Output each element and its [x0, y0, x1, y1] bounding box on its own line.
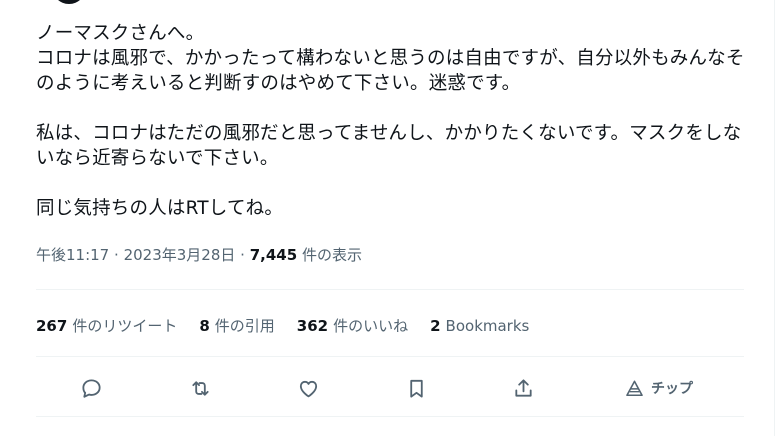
bookmarks-stat[interactable]: 2 Bookmarks [430, 316, 529, 336]
tweet-detail: ノーマスクさんへ。 コロナは風邪で、かかったって構わないと思うのは自由ですが、自… [0, 0, 775, 436]
divider [36, 416, 744, 417]
views-count: 7,445 [249, 246, 298, 264]
bookmarks-count: 2 [430, 317, 441, 335]
share-button[interactable] [505, 370, 541, 406]
retweet-icon [191, 380, 209, 396]
retweets-count: 267 [36, 317, 68, 335]
likes-count: 362 [296, 317, 329, 335]
bookmark-icon [409, 379, 423, 398]
tweet-stats: 267 件のリツイート 8 件の引用 362 件のいいね 2 Bookmarks [36, 316, 529, 336]
share-icon [514, 378, 532, 397]
tweet-meta: 午後11:17 · 2023年3月28日 · 7,445 件の表示 [36, 245, 362, 265]
retweets-stat[interactable]: 267 件のリツイート [36, 316, 177, 336]
reply-icon [81, 378, 101, 398]
quotes-stat[interactable]: 8 件の引用 [199, 316, 274, 336]
quotes-count: 8 [199, 317, 210, 335]
bookmarks-label: Bookmarks [445, 317, 530, 335]
like-button[interactable] [290, 370, 326, 406]
retweets-label: 件のリツイート [72, 317, 178, 335]
avatar[interactable] [52, 0, 86, 4]
tip-label: チップ [651, 381, 693, 397]
heart-icon [299, 380, 317, 397]
tip-icon [626, 380, 643, 396]
bookmark-button[interactable] [398, 370, 434, 406]
divider [36, 356, 744, 357]
reply-button[interactable] [73, 370, 109, 406]
likes-label: 件のいいね [333, 317, 409, 335]
retweet-button[interactable] [182, 370, 218, 406]
tip-button[interactable]: チップ [625, 370, 693, 406]
tweet-date[interactable]: 2023年3月28日 [124, 246, 236, 264]
tweet-text: ノーマスクさんへ。 コロナは風邪で、かかったって構わないと思うのは自由ですが、自… [36, 23, 745, 219]
meta-separator: · [114, 246, 119, 264]
divider [36, 289, 744, 290]
action-bar: チップ [36, 370, 744, 406]
meta-separator: · [240, 246, 245, 264]
views-label: 件の表示 [301, 246, 362, 264]
quotes-label: 件の引用 [214, 317, 275, 335]
likes-stat[interactable]: 362 件のいいね [297, 316, 408, 336]
tweet-time[interactable]: 午後11:17 [36, 246, 109, 264]
